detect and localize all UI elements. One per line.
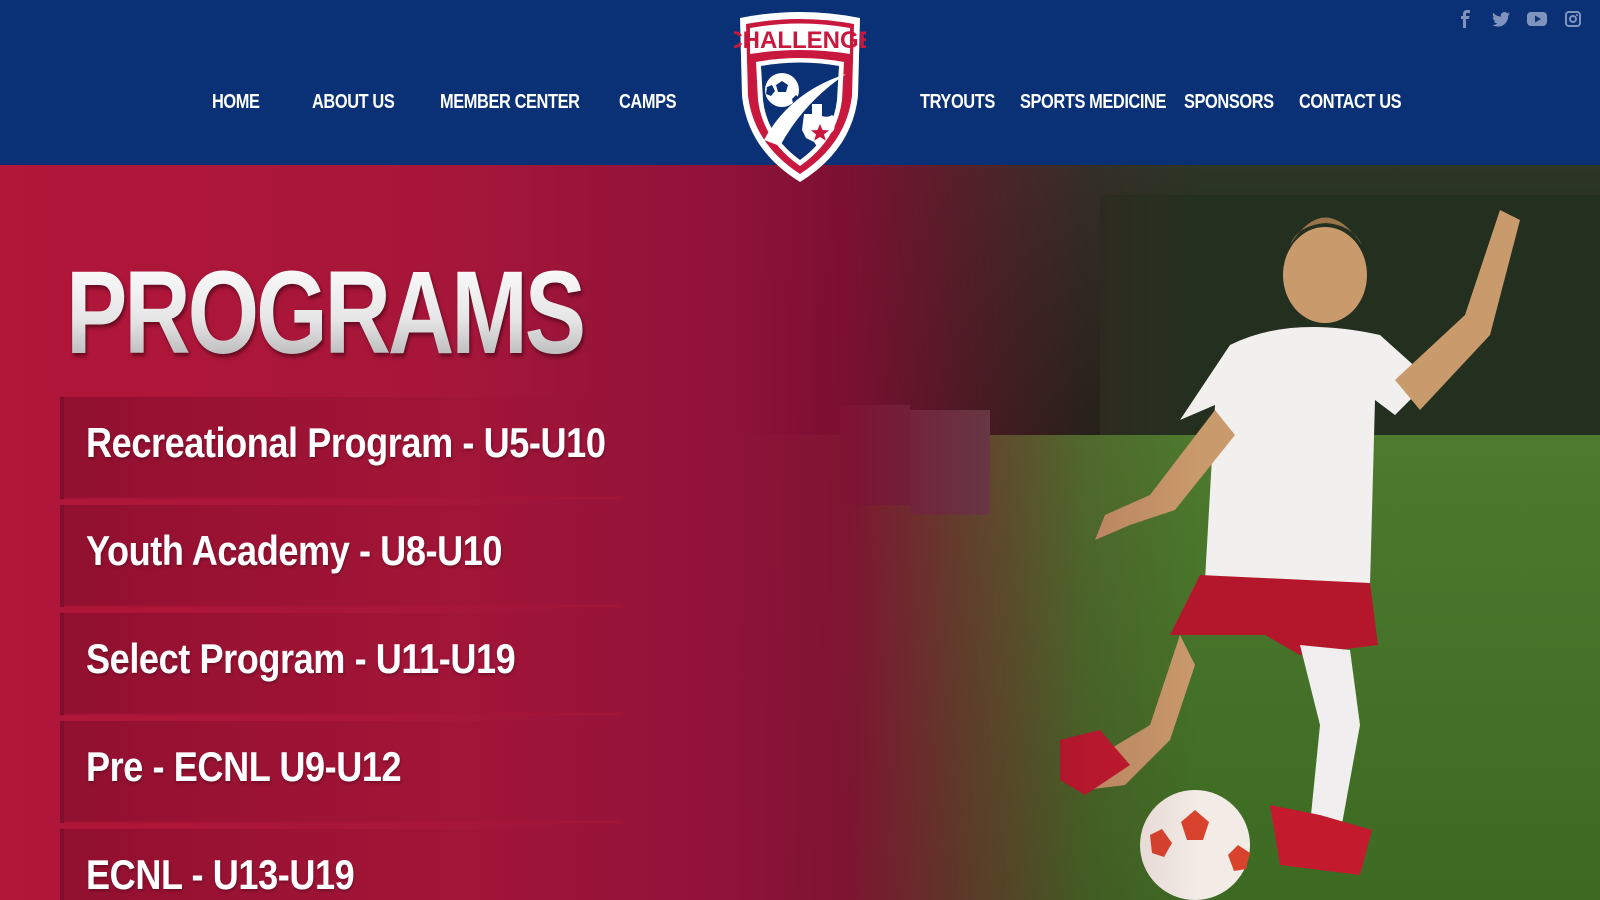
program-item-select[interactable]: Select Program - U11-U19 <box>60 613 620 715</box>
program-label: Select Program - U11-U19 <box>86 635 516 682</box>
social-links <box>1454 8 1584 30</box>
program-label: Pre - ECNL U9-U12 <box>86 743 402 790</box>
nav-sponsors[interactable]: SPONSORS <box>1184 86 1274 118</box>
nav-member-center[interactable]: MEMBER CENTER <box>440 86 580 118</box>
program-item-youth-academy[interactable]: Youth Academy - U8-U10 <box>60 505 620 607</box>
youtube-icon[interactable] <box>1526 8 1548 30</box>
program-item-ecnl[interactable]: ECNL - U13-U19 <box>60 829 620 900</box>
logo-wordmark: CHALLENGE <box>734 27 866 54</box>
program-list: Recreational Program - U5-U10 Youth Acad… <box>60 397 620 900</box>
twitter-icon[interactable] <box>1490 8 1512 30</box>
program-item-pre-ecnl[interactable]: Pre - ECNL U9-U12 <box>60 721 620 823</box>
program-label: Youth Academy - U8-U10 <box>86 527 503 574</box>
facebook-icon[interactable] <box>1454 8 1476 30</box>
nav-contact-us[interactable]: CONTACT US <box>1299 86 1402 118</box>
nav-home[interactable]: HOME <box>212 86 260 118</box>
nav-sports-medicine[interactable]: SPORTS MEDICINE <box>1020 86 1166 118</box>
program-item-recreational[interactable]: Recreational Program - U5-U10 <box>60 397 620 499</box>
program-label: Recreational Program - U5-U10 <box>86 419 606 466</box>
club-logo[interactable]: CHALLENGE <box>725 10 875 186</box>
nav-tryouts[interactable]: TRYOUTS <box>920 86 995 118</box>
program-label: ECNL - U13-U19 <box>86 851 355 898</box>
programs-hero: PROGRAMS Recreational Program - U5-U10 Y… <box>0 165 1600 900</box>
nav-camps[interactable]: CAMPS <box>619 86 677 118</box>
instagram-icon[interactable] <box>1562 8 1584 30</box>
page-title: PROGRAMS <box>66 247 586 379</box>
nav-about-us[interactable]: ABOUT US <box>312 86 395 118</box>
